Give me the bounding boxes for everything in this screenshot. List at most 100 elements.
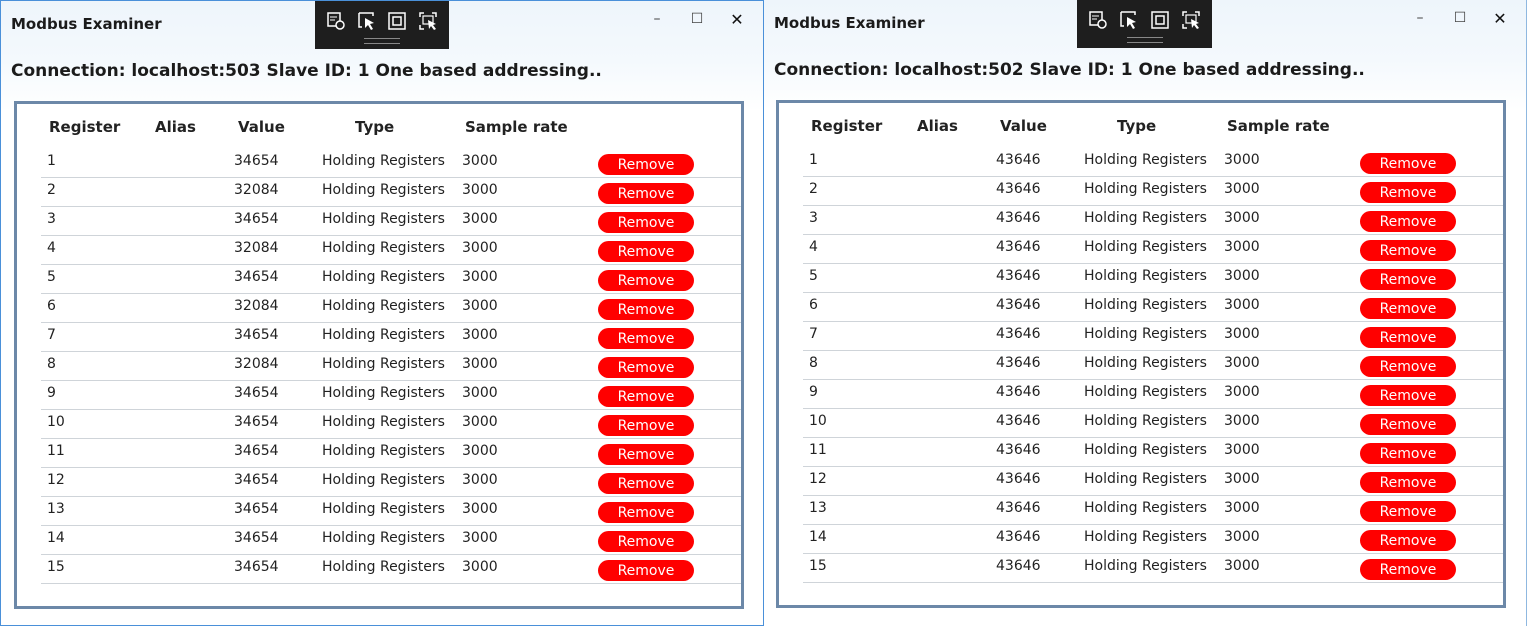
cell-register: 4	[809, 239, 818, 255]
column-header-value[interactable]: Value	[238, 118, 285, 136]
remove-button[interactable]: Remove	[1360, 501, 1456, 522]
select-element-icon[interactable]	[1087, 8, 1110, 32]
close-button[interactable]: ✕	[717, 9, 757, 29]
table-row[interactable]: 5 43646 Holding Registers 3000 Remove	[803, 263, 1503, 293]
table-row[interactable]: 6 43646 Holding Registers 3000 Remove	[803, 292, 1503, 322]
table-row[interactable]: 7 43646 Holding Registers 3000 Remove	[803, 321, 1503, 351]
layout-adorner-icon[interactable]	[386, 9, 409, 33]
table-row[interactable]: 8 43646 Holding Registers 3000 Remove	[803, 350, 1503, 380]
remove-button[interactable]: Remove	[1360, 153, 1456, 174]
layout-adorner-icon[interactable]	[1149, 8, 1172, 32]
table-row[interactable]: 14 34654 Holding Registers 3000 Remove	[41, 525, 741, 555]
table-row[interactable]: 4 32084 Holding Registers 3000 Remove	[41, 235, 741, 265]
table-row[interactable]: 3 43646 Holding Registers 3000 Remove	[803, 205, 1503, 235]
remove-button[interactable]: Remove	[1360, 327, 1456, 348]
cell-type: Holding Registers	[322, 385, 445, 401]
column-header-register[interactable]: Register	[49, 118, 120, 136]
cell-register: 3	[809, 210, 818, 226]
column-header-sample-rate[interactable]: Sample rate	[1227, 117, 1330, 135]
column-header-value[interactable]: Value	[1000, 117, 1047, 135]
remove-button[interactable]: Remove	[1360, 269, 1456, 290]
cell-value: 34654	[234, 501, 279, 517]
remove-button[interactable]: Remove	[598, 560, 694, 581]
column-header-type[interactable]: Type	[1117, 117, 1156, 135]
cell-value: 43646	[996, 355, 1041, 371]
table-row[interactable]: 7 34654 Holding Registers 3000 Remove	[41, 322, 741, 352]
table-row[interactable]: 10 34654 Holding Registers 3000 Remove	[41, 409, 741, 439]
remove-button[interactable]: Remove	[598, 386, 694, 407]
table-row[interactable]: 6 32084 Holding Registers 3000 Remove	[41, 293, 741, 323]
toolbar-grip[interactable]	[1126, 37, 1163, 43]
remove-button[interactable]: Remove	[598, 415, 694, 436]
column-header-type[interactable]: Type	[355, 118, 394, 136]
minimize-button[interactable]: –	[637, 9, 677, 29]
table-row[interactable]: 15 34654 Holding Registers 3000 Remove	[41, 554, 741, 584]
remove-button[interactable]: Remove	[1360, 443, 1456, 464]
table-row[interactable]: 13 34654 Holding Registers 3000 Remove	[41, 496, 741, 526]
remove-button[interactable]: Remove	[1360, 356, 1456, 377]
table-row[interactable]: 5 34654 Holding Registers 3000 Remove	[41, 264, 741, 294]
cell-rate: 3000	[462, 385, 498, 401]
remove-button[interactable]: Remove	[598, 357, 694, 378]
table-row[interactable]: 2 43646 Holding Registers 3000 Remove	[803, 176, 1503, 206]
table-row[interactable]: 11 34654 Holding Registers 3000 Remove	[41, 438, 741, 468]
pointer-icon[interactable]	[1118, 8, 1141, 32]
track-focus-icon[interactable]	[417, 9, 440, 33]
pointer-icon[interactable]	[356, 9, 379, 33]
track-focus-icon[interactable]	[1179, 8, 1202, 32]
remove-button[interactable]: Remove	[598, 444, 694, 465]
remove-button[interactable]: Remove	[1360, 414, 1456, 435]
table-row[interactable]: 14 43646 Holding Registers 3000 Remove	[803, 524, 1503, 554]
close-button[interactable]: ✕	[1480, 8, 1520, 28]
column-header-alias[interactable]: Alias	[917, 117, 958, 135]
table-row[interactable]: 9 34654 Holding Registers 3000 Remove	[41, 380, 741, 410]
table-row[interactable]: 13 43646 Holding Registers 3000 Remove	[803, 495, 1503, 525]
remove-button[interactable]: Remove	[1360, 211, 1456, 232]
remove-button[interactable]: Remove	[598, 241, 694, 262]
minimize-button[interactable]: –	[1400, 8, 1440, 28]
table-row[interactable]: 10 43646 Holding Registers 3000 Remove	[803, 408, 1503, 438]
maximize-button[interactable]: ☐	[1440, 8, 1480, 28]
remove-button[interactable]: Remove	[1360, 472, 1456, 493]
cell-rate: 3000	[462, 530, 498, 546]
table-row[interactable]: 1 43646 Holding Registers 3000 Remove	[803, 147, 1503, 177]
table-row[interactable]: 11 43646 Holding Registers 3000 Remove	[803, 437, 1503, 467]
cell-rate: 3000	[462, 182, 498, 198]
table-row[interactable]: 8 32084 Holding Registers 3000 Remove	[41, 351, 741, 381]
column-header-sample-rate[interactable]: Sample rate	[465, 118, 568, 136]
table-row[interactable]: 3 34654 Holding Registers 3000 Remove	[41, 206, 741, 236]
column-header-alias[interactable]: Alias	[155, 118, 196, 136]
remove-button[interactable]: Remove	[598, 473, 694, 494]
remove-button[interactable]: Remove	[1360, 530, 1456, 551]
remove-button[interactable]: Remove	[1360, 385, 1456, 406]
table-row[interactable]: 4 43646 Holding Registers 3000 Remove	[803, 234, 1503, 264]
table-row[interactable]: 15 43646 Holding Registers 3000 Remove	[803, 553, 1503, 583]
remove-button[interactable]: Remove	[1360, 240, 1456, 261]
cell-register: 9	[47, 385, 56, 401]
remove-button[interactable]: Remove	[598, 531, 694, 552]
remove-button[interactable]: Remove	[598, 154, 694, 175]
toolbar-grip[interactable]	[364, 38, 400, 44]
cell-register: 11	[47, 443, 65, 459]
remove-button[interactable]: Remove	[598, 270, 694, 291]
remove-button[interactable]: Remove	[598, 183, 694, 204]
table-row[interactable]: 9 43646 Holding Registers 3000 Remove	[803, 379, 1503, 409]
remove-button[interactable]: Remove	[598, 328, 694, 349]
select-element-icon[interactable]	[325, 9, 348, 33]
remove-button[interactable]: Remove	[1360, 182, 1456, 203]
remove-button[interactable]: Remove	[598, 502, 694, 523]
table-row[interactable]: 12 43646 Holding Registers 3000 Remove	[803, 466, 1503, 496]
cell-register: 10	[809, 413, 827, 429]
remove-button[interactable]: Remove	[1360, 298, 1456, 319]
cell-type: Holding Registers	[322, 530, 445, 546]
table-row[interactable]: 1 34654 Holding Registers 3000 Remove	[41, 148, 741, 178]
maximize-button[interactable]: ☐	[677, 9, 717, 29]
remove-button[interactable]: Remove	[598, 299, 694, 320]
cell-register: 13	[47, 501, 65, 517]
remove-button[interactable]: Remove	[598, 212, 694, 233]
remove-button[interactable]: Remove	[1360, 559, 1456, 580]
column-header-register[interactable]: Register	[811, 117, 882, 135]
table-row[interactable]: 12 34654 Holding Registers 3000 Remove	[41, 467, 741, 497]
table-row[interactable]: 2 32084 Holding Registers 3000 Remove	[41, 177, 741, 207]
cell-type: Holding Registers	[1084, 268, 1207, 284]
